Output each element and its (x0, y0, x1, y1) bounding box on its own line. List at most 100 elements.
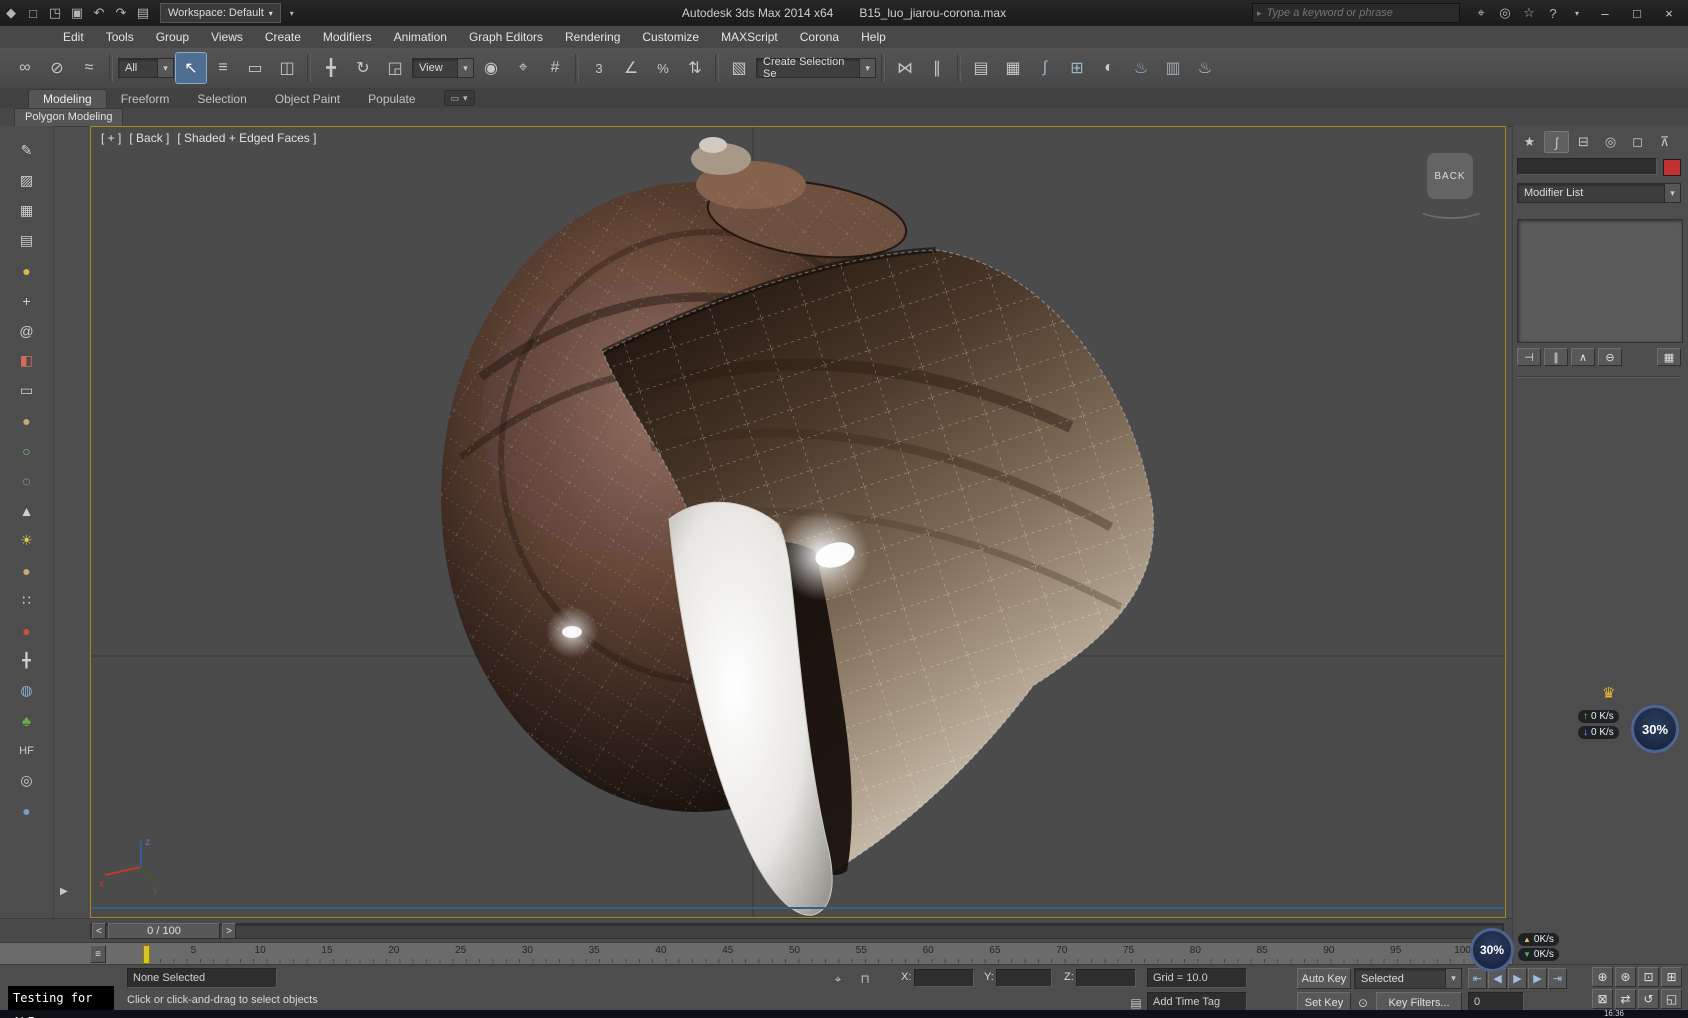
layer-manager-button[interactable]: ▤ (966, 53, 996, 83)
vip-crown-icon[interactable]: ♛ (1602, 684, 1615, 702)
zoom-extents-icon[interactable]: ⊡ (1638, 967, 1659, 987)
freeform-icon[interactable]: ◌ (14, 468, 40, 493)
pan-icon[interactable]: ⇄ (1615, 989, 1636, 1009)
selection-lock-toggle-icon[interactable]: ⊓ (856, 969, 874, 989)
object-color-swatch[interactable] (1663, 159, 1681, 176)
project-folder-icon[interactable]: ▤ (132, 3, 154, 23)
auto-key-button[interactable]: Auto Key (1297, 968, 1351, 989)
z-coordinate-field[interactable] (1076, 969, 1136, 987)
menu-item-animation[interactable]: Animation (383, 30, 458, 44)
viewport-view-button[interactable]: [ Back ] (129, 131, 169, 145)
menu-item-modifiers[interactable]: Modifiers (312, 30, 383, 44)
menu-item-views[interactable]: Views (200, 30, 254, 44)
app-icon[interactable]: ◆ (0, 3, 22, 23)
tab-populate[interactable]: Populate (354, 90, 429, 108)
x-coordinate-field[interactable] (914, 969, 974, 987)
particles-icon[interactable]: ∷ (14, 588, 40, 613)
schematic-view-button[interactable]: ⊞ (1062, 53, 1092, 83)
heightfield-icon[interactable]: HF (14, 738, 40, 763)
current-frame-field[interactable] (1468, 992, 1524, 1012)
circle-icon[interactable]: ○ (14, 438, 40, 463)
snaps-toggle[interactable]: 3 (584, 53, 614, 83)
sphere-icon[interactable]: ● (14, 408, 40, 433)
tab-create-icon[interactable]: ★ (1517, 131, 1542, 153)
clay-icon[interactable]: ● (14, 258, 40, 283)
infocenter-chevron-icon[interactable]: ▾ (1566, 3, 1588, 23)
transform-icon[interactable]: ╋ (14, 648, 40, 673)
go-to-start-button[interactable]: ⇤ (1468, 968, 1487, 989)
time-slider-handle[interactable]: 0 / 100 (108, 923, 220, 939)
save-file-icon[interactable]: ▣ (66, 3, 88, 23)
viewport-shading-button[interactable]: [ Shaded + Edged Faces ] (177, 131, 316, 145)
menu-item-help[interactable]: Help (850, 30, 897, 44)
align-button[interactable]: ∥ (922, 53, 952, 83)
search-input[interactable] (1264, 6, 1455, 20)
sheet-icon[interactable]: ▤ (14, 228, 40, 253)
viewcube-ring[interactable] (1417, 197, 1485, 219)
viewport[interactable]: [ + ] [ Back ] [ Shaded + Edged Faces ] … (90, 126, 1506, 918)
help-icon[interactable]: ? (1542, 3, 1564, 23)
maximize-button[interactable]: □ (1622, 3, 1652, 23)
tab-freeform[interactable]: Freeform (107, 90, 184, 108)
tab-display-icon[interactable]: ◻ (1625, 131, 1650, 153)
menu-item-customize[interactable]: Customize (631, 30, 710, 44)
maximize-viewport-toggle-icon[interactable]: ◱ (1661, 989, 1682, 1009)
current-frame-marker[interactable] (143, 945, 150, 964)
rendered-frame-window-button[interactable]: ▥ (1158, 53, 1188, 83)
track-bar[interactable]: ≡ 5 10 15 20 25 30 35 40 45 50 55 60 65 … (0, 942, 1512, 964)
redo-icon[interactable]: ↷ (110, 3, 132, 23)
edit-named-selection-sets-button[interactable]: ▧ (724, 53, 754, 83)
communication-center-icon[interactable]: ◎ (1494, 3, 1516, 23)
bind-to-space-warp-icon[interactable]: ≈ (74, 53, 104, 83)
modifier-list-dropdown[interactable]: Modifier List ▾ (1517, 183, 1681, 203)
ribbon-minimize-dropdown[interactable]: ▭ ▾ (443, 90, 475, 106)
named-selection-sets-dropdown[interactable]: Create Selection Se ▾ (756, 56, 876, 80)
new-scene-icon[interactable]: □ (22, 3, 44, 23)
zoom-extents-all-icon[interactable]: ⊞ (1661, 967, 1682, 987)
modifier-stack[interactable] (1517, 219, 1683, 343)
qat-overflow-icon[interactable]: ▾ (281, 3, 303, 23)
paint-brush-icon[interactable]: ✎ (14, 138, 40, 163)
select-and-rotate-button[interactable]: ↻ (348, 53, 378, 83)
time-slider-next-button[interactable]: > (222, 923, 236, 939)
menu-item-group[interactable]: Group (145, 30, 200, 44)
geosphere-icon[interactable]: ● (14, 558, 40, 583)
select-by-name-button[interactable]: ≡ (208, 53, 238, 83)
time-slider-track[interactable] (90, 923, 1504, 939)
tab-modeling[interactable]: Modeling (28, 89, 107, 108)
search-target-icon[interactable]: ⌖ (1470, 3, 1492, 23)
tab-selection[interactable]: Selection (183, 90, 260, 108)
zoom-all-icon[interactable]: ⊛ (1615, 967, 1636, 987)
cone-icon[interactable]: ▲ (14, 498, 40, 523)
open-file-icon[interactable]: ◳ (44, 3, 66, 23)
tab-modify-icon[interactable]: ∫ (1544, 131, 1569, 153)
ribbon-toggle-button[interactable]: ▦ (998, 53, 1028, 83)
y-coordinate-field[interactable] (996, 969, 1052, 987)
undo-icon[interactable]: ↶ (88, 3, 110, 23)
absolute-mode-toggle-icon[interactable]: ⌖ (829, 969, 847, 989)
bitmap-icon[interactable]: ▨ (14, 168, 40, 193)
point-icon[interactable]: ● (14, 618, 40, 643)
selection-filter-dropdown[interactable]: All ▾ (118, 58, 174, 78)
select-and-move-button[interactable]: ╋ (316, 53, 346, 83)
reference-coordinate-dropdown[interactable]: View ▾ (412, 58, 474, 78)
viewcube[interactable]: BACK (1427, 153, 1473, 199)
download-progress-badge-2[interactable]: 30% (1470, 928, 1514, 972)
pin-stack-button[interactable]: ⊣ (1517, 348, 1541, 366)
helix-icon[interactable]: @ (14, 318, 40, 343)
show-end-result-button[interactable]: ∥ (1544, 348, 1568, 366)
pin-icon[interactable]: + (14, 288, 40, 313)
object-name-field[interactable] (1517, 158, 1657, 175)
mirror-button[interactable]: ⋈ (890, 53, 920, 83)
play-button[interactable]: ▶ (1508, 968, 1527, 989)
make-unique-button[interactable]: ∧ (1571, 348, 1595, 366)
configure-modifier-sets-button[interactable]: ▦ (1657, 348, 1681, 366)
plane-icon[interactable]: ▦ (14, 198, 40, 223)
angle-snap-toggle[interactable]: ∠ (616, 53, 646, 83)
menu-item-create[interactable]: Create (254, 30, 312, 44)
next-frame-button[interactable]: ▶ (1528, 968, 1547, 989)
percent-snap-toggle[interactable]: % (648, 53, 678, 83)
add-time-tag-button[interactable]: Add Time Tag (1147, 992, 1247, 1012)
menu-item-edit[interactable]: Edit (52, 30, 95, 44)
menu-item-maxscript[interactable]: MAXScript (710, 30, 789, 44)
